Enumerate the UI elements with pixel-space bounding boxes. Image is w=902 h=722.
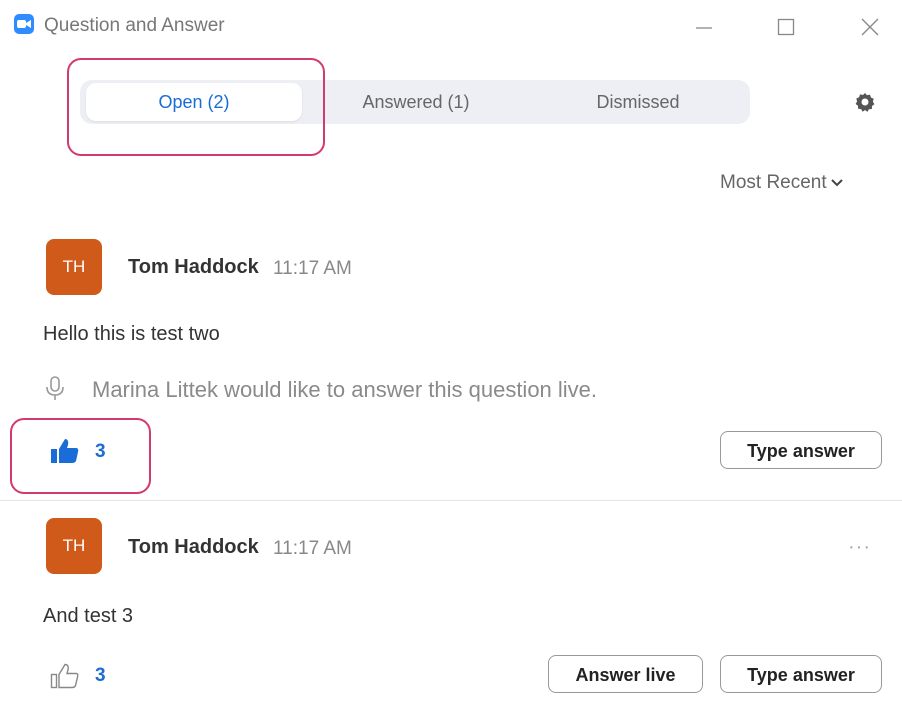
annotation-highlight-tab bbox=[67, 58, 325, 156]
avatar: TH bbox=[46, 518, 102, 574]
thumbs-up-outline-icon[interactable] bbox=[50, 662, 80, 690]
question-author: Tom Haddock bbox=[128, 256, 259, 278]
tab-answered[interactable]: Answered (1) bbox=[308, 80, 524, 124]
tab-dismissed[interactable]: Dismissed bbox=[530, 80, 746, 124]
divider bbox=[0, 500, 902, 501]
sort-dropdown[interactable]: Most Recent bbox=[720, 172, 843, 194]
microphone-icon bbox=[46, 376, 64, 400]
avatar: TH bbox=[46, 239, 102, 295]
chevron-down-icon bbox=[830, 179, 843, 187]
title-bar: Question and Answer bbox=[0, 0, 902, 56]
maximize-button[interactable] bbox=[768, 10, 804, 42]
type-answer-button[interactable]: Type answer bbox=[720, 655, 882, 693]
question-text: Hello this is test two bbox=[43, 323, 220, 345]
zoom-camera-icon bbox=[14, 14, 34, 34]
answer-live-button[interactable]: Answer live bbox=[548, 655, 703, 693]
settings-gear-icon[interactable] bbox=[853, 90, 877, 114]
like-count: 3 bbox=[95, 665, 106, 686]
sort-label: Most Recent bbox=[720, 172, 827, 193]
question-text: And test 3 bbox=[43, 605, 134, 627]
minimize-button[interactable] bbox=[686, 10, 722, 42]
live-answer-note: Marina Littek would like to answer this … bbox=[92, 377, 598, 402]
annotation-highlight-like bbox=[10, 418, 151, 494]
more-options-icon[interactable]: ··· bbox=[848, 536, 871, 559]
close-button[interactable] bbox=[852, 10, 888, 42]
question-author: Tom Haddock bbox=[128, 536, 259, 558]
question-time: 11:17 AM bbox=[273, 538, 352, 559]
question-time: 11:17 AM bbox=[273, 258, 352, 279]
type-answer-button[interactable]: Type answer bbox=[720, 431, 882, 469]
window-title: Question and Answer bbox=[44, 15, 225, 36]
